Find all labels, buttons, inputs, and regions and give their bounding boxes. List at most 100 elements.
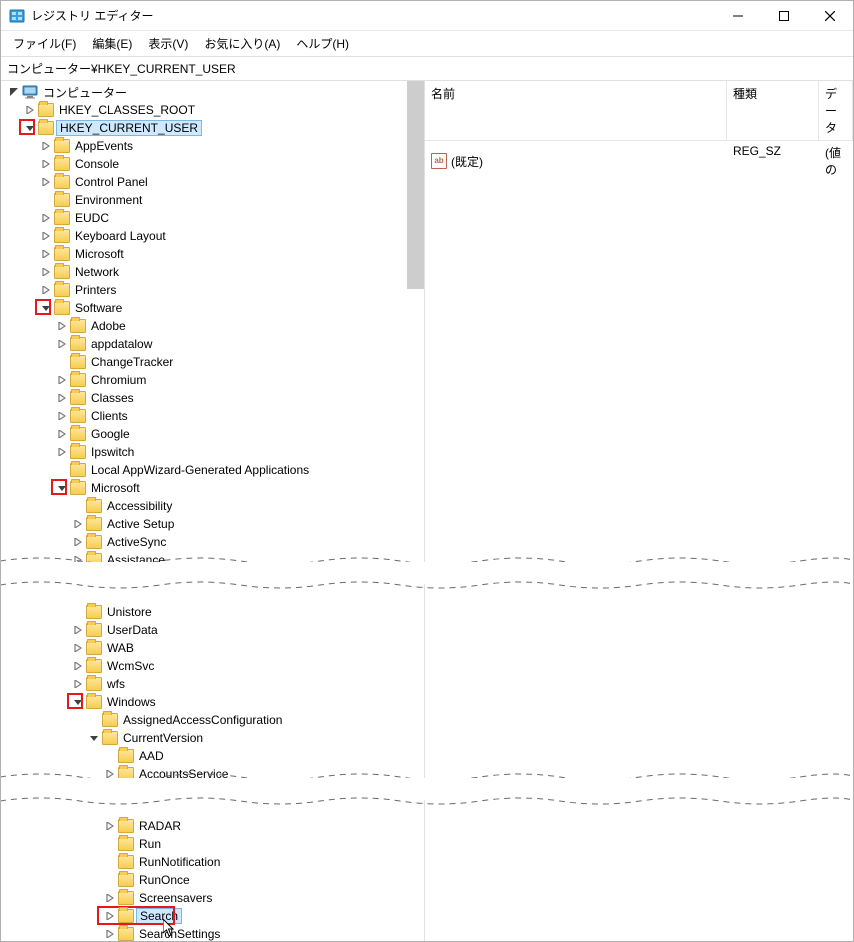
chevron-right-icon[interactable]	[71, 553, 85, 567]
chevron-right-icon[interactable]	[55, 337, 69, 351]
chevron-right-icon[interactable]	[103, 819, 117, 833]
tree-label: Ipswitch	[89, 445, 136, 459]
chevron-right-icon[interactable]	[39, 175, 53, 189]
tree-item[interactable]: appdatalow	[53, 335, 424, 353]
tree-item[interactable]: Run	[101, 835, 424, 853]
tree-item[interactable]: Active Setup	[69, 515, 424, 533]
tree-item[interactable]: RunOnce	[101, 871, 424, 889]
tree-pane[interactable]: コンピューター HKEY_CLASSES_ROOT	[1, 81, 425, 941]
tree-item[interactable]: Google	[53, 425, 424, 443]
menu-help[interactable]: ヘルプ(H)	[288, 33, 357, 54]
menu-view[interactable]: 表示(V)	[140, 33, 196, 54]
column-header-data[interactable]: データ	[819, 81, 853, 140]
chevron-right-icon[interactable]	[39, 247, 53, 261]
tree-item-software[interactable]: Software	[37, 299, 424, 317]
chevron-right-icon[interactable]	[39, 211, 53, 225]
tree-item[interactable]: Environment	[37, 191, 424, 209]
chevron-right-icon[interactable]	[71, 659, 85, 673]
chevron-right-icon[interactable]	[71, 535, 85, 549]
chevron-right-icon[interactable]	[71, 641, 85, 655]
chevron-right-icon[interactable]	[71, 677, 85, 691]
menu-favorites[interactable]: お気に入り(A)	[196, 33, 288, 54]
tree-item[interactable]: Accessibility	[69, 497, 424, 515]
folder-icon	[86, 677, 102, 691]
tree-item[interactable]: RADAR	[101, 817, 424, 835]
tree-item[interactable]: Assistance	[69, 551, 424, 569]
tree-item[interactable]: Network	[37, 263, 424, 281]
tree-item[interactable]: Printers	[37, 281, 424, 299]
column-header-type[interactable]: 種類	[727, 81, 819, 140]
chevron-down-icon[interactable]	[55, 481, 69, 495]
chevron-down-icon[interactable]	[39, 301, 53, 315]
maximize-button[interactable]	[761, 1, 807, 31]
tree-label: Accessibility	[105, 499, 174, 513]
chevron-right-icon[interactable]	[39, 265, 53, 279]
tree-item[interactable]: ChangeTracker	[53, 353, 424, 371]
folder-icon	[118, 891, 134, 905]
tree-item-search[interactable]: Search	[101, 907, 424, 925]
tree-item-hkcu[interactable]: HKEY_CURRENT_USER	[21, 119, 424, 137]
menu-file[interactable]: ファイル(F)	[5, 33, 84, 54]
tree-item[interactable]: Screensavers	[101, 889, 424, 907]
chevron-right-icon[interactable]	[103, 767, 117, 781]
close-button[interactable]	[807, 1, 853, 31]
tree-item[interactable]: Chromium	[53, 371, 424, 389]
tree-item[interactable]: Clients	[53, 407, 424, 425]
value-row[interactable]: (既定) REG_SZ (値の	[425, 141, 853, 181]
chevron-right-icon[interactable]	[103, 891, 117, 905]
tree-item[interactable]: SearchSettings	[101, 925, 424, 941]
tree-item[interactable]: ActiveSync	[69, 533, 424, 551]
chevron-right-icon[interactable]	[55, 319, 69, 333]
tree-item[interactable]: UserData	[69, 621, 424, 639]
chevron-down-icon[interactable]	[23, 121, 37, 135]
tree-item[interactable]: Local AppWizard-Generated Applications	[53, 461, 424, 479]
chevron-right-icon[interactable]	[39, 283, 53, 297]
chevron-right-icon[interactable]	[103, 909, 117, 923]
tree-item[interactable]: AccountsService	[101, 765, 424, 783]
tree-item[interactable]: Console	[37, 155, 424, 173]
tree-item[interactable]: Adobe	[53, 317, 424, 335]
chevron-right-icon[interactable]	[103, 927, 117, 941]
chevron-right-icon[interactable]	[55, 409, 69, 423]
tree-label-selected: Search	[136, 908, 182, 924]
tree-item[interactable]: EUDC	[37, 209, 424, 227]
chevron-right-icon[interactable]	[39, 139, 53, 153]
tree-item[interactable]: wfs	[69, 675, 424, 693]
tree-item-microsoft[interactable]: Microsoft	[53, 479, 424, 497]
chevron-right-icon[interactable]	[55, 391, 69, 405]
tree-item[interactable]: Unistore	[69, 603, 424, 621]
value-name: (既定)	[451, 153, 483, 170]
chevron-right-icon[interactable]	[55, 427, 69, 441]
tree-item[interactable]: WcmSvc	[69, 657, 424, 675]
tree-label: Environment	[73, 193, 144, 207]
values-pane[interactable]: 名前 種類 データ (既定) REG_SZ (値の	[425, 81, 853, 941]
tree-item-windows[interactable]: Windows	[69, 693, 424, 711]
tree-item[interactable]: Classes	[53, 389, 424, 407]
tree-item-currentversion[interactable]: CurrentVersion	[85, 729, 424, 747]
tree-item[interactable]: AAD	[101, 747, 424, 765]
chevron-down-icon[interactable]	[71, 695, 85, 709]
tree-item[interactable]: AppEvents	[37, 137, 424, 155]
chevron-down-icon[interactable]	[87, 731, 101, 745]
column-header-name[interactable]: 名前	[425, 81, 727, 140]
tree-item[interactable]: WAB	[69, 639, 424, 657]
tree-item-hkcr[interactable]: HKEY_CLASSES_ROOT	[21, 101, 424, 119]
tree-item[interactable]: AssignedAccessConfiguration	[85, 711, 424, 729]
tree-item[interactable]: RunNotification	[101, 853, 424, 871]
tree-item[interactable]: Control Panel	[37, 173, 424, 191]
chevron-down-icon[interactable]	[7, 85, 21, 99]
chevron-right-icon[interactable]	[23, 103, 37, 117]
address-bar[interactable]: コンピューター¥HKEY_CURRENT_USER	[1, 56, 853, 81]
chevron-right-icon[interactable]	[71, 517, 85, 531]
tree-item[interactable]: Microsoft	[37, 245, 424, 263]
minimize-button[interactable]	[715, 1, 761, 31]
tree-item[interactable]: Keyboard Layout	[37, 227, 424, 245]
chevron-right-icon[interactable]	[55, 373, 69, 387]
chevron-right-icon[interactable]	[39, 157, 53, 171]
tree-root[interactable]: コンピューター	[5, 83, 424, 101]
chevron-right-icon[interactable]	[39, 229, 53, 243]
menu-edit[interactable]: 編集(E)	[84, 33, 140, 54]
chevron-right-icon[interactable]	[55, 445, 69, 459]
chevron-right-icon[interactable]	[71, 623, 85, 637]
tree-item[interactable]: Ipswitch	[53, 443, 424, 461]
